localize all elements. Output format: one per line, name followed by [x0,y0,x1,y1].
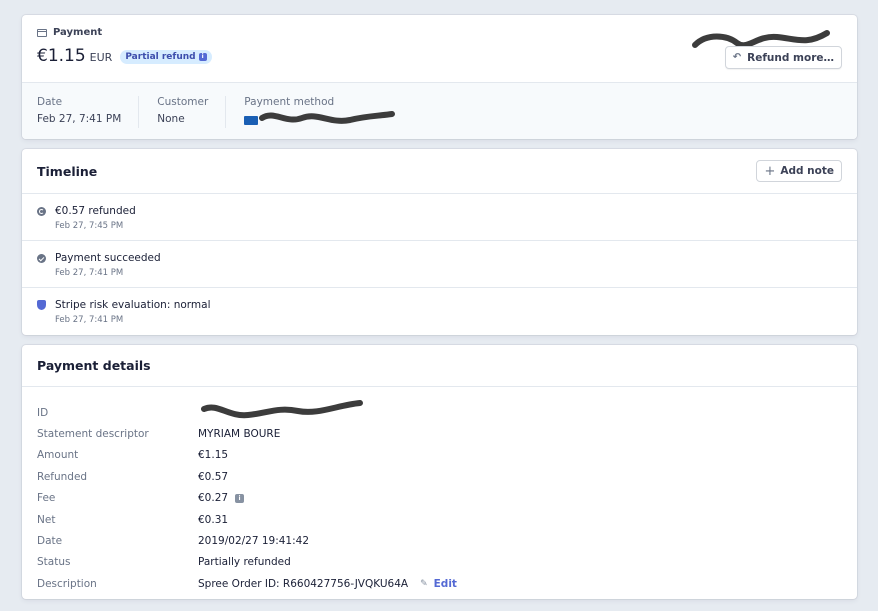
timeline-item: Payment succeeded Feb 27, 7:41 PM [22,241,857,288]
detail-value: Partially refunded [198,556,291,569]
detail-label: ID [37,406,49,419]
detail-row-status: Status Partially refunded [37,552,842,573]
refund-more-button[interactable]: ↶ Refund more… [724,46,842,69]
detail-row-refunded: Refunded €0.57 [37,466,842,487]
details-list: ID Statement descriptor MYRIAM BOURE Amo… [22,387,857,595]
timeline-header: Timeline + Add note [22,149,857,194]
info-icon[interactable]: i [198,53,207,61]
undo-icon: ↶ [732,52,742,63]
detail-row-net: Net €0.31 [37,509,842,530]
timeline-item: €0.57 refunded Feb 27, 7:45 PM [22,194,857,241]
fee-value: €0.27 [198,492,229,505]
detail-row-amount: Amount €1.15 [37,445,842,466]
detail-value: €0.27 i [198,492,245,505]
status-badge: Partial refund i [120,50,212,64]
detail-row-description: Description Spree Order ID: R660427756-J… [37,573,842,594]
timeline-item: Stripe risk evaluation: normal Feb 27, 7… [22,288,857,335]
detail-label: Description [37,577,97,590]
summary-header: Payment €1.15 EUR Partial refund i ↶ Ref… [22,15,857,82]
detail-value: €0.31 [198,513,229,526]
shield-icon [37,300,46,310]
meta-customer: Customer None [157,96,227,128]
plus-icon: + [764,163,776,179]
credit-card-icon [37,28,47,37]
timeline-item-time: Feb 27, 7:41 PM [55,268,124,278]
summary-meta: Date Feb 27, 7:41 PM Customer None Payme… [22,82,857,139]
timeline-title: Timeline [37,163,98,179]
detail-label: Statement descriptor [37,428,149,441]
detail-value: MYRIAM BOURE [198,428,281,441]
meta-label: Date [37,96,63,108]
timeline-item-time: Feb 27, 7:45 PM [55,221,124,231]
payment-currency: EUR [89,51,113,64]
info-icon[interactable]: i [235,493,245,503]
pencil-icon: ✎ [420,578,428,589]
details-header: Payment details [22,345,857,387]
detail-value: Spree Order ID: R660427756-JVQKU64A ✎ Ed… [198,578,457,590]
details-title: Payment details [37,358,151,373]
edit-description-link[interactable]: ✎ Edit [420,578,457,590]
refund-more-label: Refund more… [747,51,834,64]
timeline-card: Timeline + Add note €0.57 refunded Feb 2… [22,149,857,335]
detail-row-descriptor: Statement descriptor MYRIAM BOURE [37,423,842,444]
redaction-scribble [201,399,363,418]
detail-label: Date [37,535,63,548]
detail-value: €1.15 [198,449,229,462]
detail-value: 2019/02/27 19:41:42 [198,535,310,548]
detail-row-fee: Fee €0.27 i [37,488,842,509]
detail-label: Fee [37,492,56,505]
check-icon [37,254,46,263]
timeline-item-title: Stripe risk evaluation: normal [55,299,211,311]
edit-label: Edit [433,577,457,590]
description-value: Spree Order ID: R660427756-JVQKU64A [198,577,409,590]
timeline-item-title: €0.57 refunded [55,205,136,217]
timeline-item-time: Feb 27, 7:41 PM [55,315,124,325]
card-brand-icon [244,116,259,125]
meta-label: Customer [157,96,209,108]
payment-summary-card: Payment €1.15 EUR Partial refund i ↶ Ref… [22,15,857,139]
meta-value: Feb 27, 7:41 PM [37,113,122,125]
refund-icon [37,207,46,216]
meta-value: None [157,113,185,125]
add-note-button[interactable]: + Add note [756,160,842,182]
detail-row-date: Date 2019/02/27 19:41:42 [37,530,842,551]
detail-label: Status [37,556,71,569]
detail-label: Amount [37,449,79,462]
payment-details-card: Payment details ID Statement descriptor … [22,345,857,599]
add-note-label: Add note [780,165,834,177]
status-badge-label: Partial refund [125,52,196,62]
meta-date: Date Feb 27, 7:41 PM [37,96,140,128]
redaction-scribble [259,111,396,124]
payment-page: Payment €1.15 EUR Partial refund i ↶ Ref… [0,0,878,611]
eyebrow-label: Payment [53,27,103,38]
detail-label: Refunded [37,470,88,483]
detail-value: €0.57 [198,470,229,483]
meta-payment-method: Payment method [244,96,424,128]
timeline-item-title: Payment succeeded [55,252,161,264]
payment-amount: €1.15 [37,46,86,66]
detail-row-id: ID [37,399,842,423]
detail-label: Net [37,513,56,526]
